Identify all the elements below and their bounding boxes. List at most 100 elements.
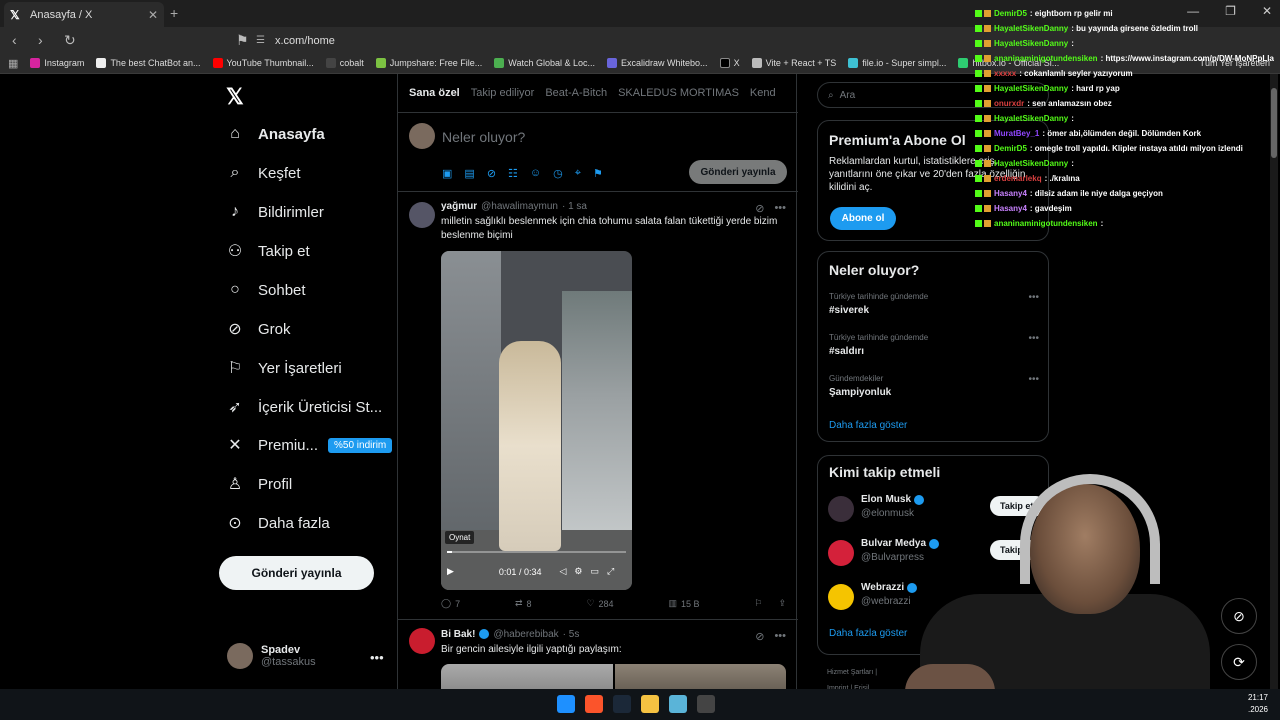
reload-icon[interactable]: ↻ xyxy=(64,32,78,49)
more-icon[interactable]: ••• xyxy=(774,202,786,215)
chat-username[interactable]: onurxdr xyxy=(994,99,1024,108)
tweet-time[interactable]: · 1 sa xyxy=(562,201,587,212)
settings-icon[interactable]: ⚙ xyxy=(574,566,582,577)
nav-follow[interactable]: ⚇ Takip et xyxy=(226,242,310,261)
trend-item[interactable]: Türkiye tarihinde gündemde #saldırı ••• xyxy=(829,333,1039,357)
bookmark-item[interactable]: file.io - Super simpl... xyxy=(848,58,946,68)
more-icon[interactable]: ••• xyxy=(774,630,786,643)
avatar[interactable] xyxy=(828,496,854,522)
nav-grok[interactable]: ⊘ Grok xyxy=(226,320,290,339)
subscribe-button[interactable]: Abone ol xyxy=(830,207,896,230)
compose-post-button[interactable]: Gönderi yayınla xyxy=(689,160,787,184)
tweet-author-handle[interactable]: @hawalimaymun xyxy=(481,201,558,212)
nav-chat[interactable]: ○ Sohbet xyxy=(226,281,305,299)
bookmark-item[interactable]: Excalidraw Whitebo... xyxy=(607,58,708,68)
x-logo[interactable]: 𝕏 xyxy=(226,84,244,110)
share-icon[interactable]: ⇪ xyxy=(778,598,786,609)
grok-icon[interactable]: ⊘ xyxy=(1221,598,1257,634)
messages-icon[interactable]: ⟳ xyxy=(1221,644,1257,680)
tweet-author-handle[interactable]: @haberebibak xyxy=(493,629,558,640)
chat-username[interactable]: DemirD5 xyxy=(994,9,1027,18)
pip-icon[interactable]: ▭ xyxy=(590,566,599,577)
bookmark-item[interactable]: YouTube Thumbnail... xyxy=(212,58,314,68)
nav-notifications[interactable]: ♪ Bildirimler xyxy=(226,203,324,221)
video-player[interactable]: Oynat ▶ 0:01 / 0:34 ◁ ⚙ ▭ ⤢ xyxy=(441,251,632,590)
brave-icon[interactable] xyxy=(585,695,603,713)
bookmark-item[interactable]: Jumpshare: Free File... xyxy=(375,58,482,68)
chat-username[interactable]: HayaletSikenDanny xyxy=(994,159,1068,168)
back-icon[interactable]: ‹ xyxy=(12,32,26,48)
trend-item[interactable]: Türkiye tarihinde gündemde #siverek ••• xyxy=(829,292,1039,316)
bookmark-item[interactable]: The best ChatBot an... xyxy=(96,58,201,68)
grok-icon[interactable]: ⊘ xyxy=(755,630,764,643)
close-tab-icon[interactable]: ✕ xyxy=(148,8,158,22)
chat-username[interactable]: MuratBey_1 xyxy=(994,129,1039,138)
image-icon[interactable]: ▣ xyxy=(442,167,452,180)
more-icon[interactable]: ••• xyxy=(370,650,384,665)
nav-more[interactable]: ⊙ Daha fazla xyxy=(226,514,329,533)
more-icon[interactable]: ••• xyxy=(1028,292,1039,303)
avatar[interactable] xyxy=(828,584,854,610)
volume-icon[interactable]: ◁ xyxy=(559,566,566,577)
photos-icon[interactable] xyxy=(669,695,687,713)
nav-explore[interactable]: ⌕ Keşfet xyxy=(226,164,301,182)
chat-username[interactable]: HayaletSikenDanny xyxy=(994,24,1068,33)
flag-icon[interactable]: ⚑ xyxy=(593,167,603,180)
more-icon[interactable]: ••• xyxy=(1028,333,1039,344)
chat-username[interactable]: HayaletSikenDanny xyxy=(994,39,1068,48)
footer-link[interactable]: Hizmet Şartları xyxy=(827,669,873,676)
bookmark-item[interactable]: Watch Global & Loc... xyxy=(494,58,595,68)
tab-for-you[interactable]: Sana özel xyxy=(409,87,460,99)
grok-icon[interactable]: ⊘ xyxy=(755,202,764,215)
site-info-icon[interactable]: ☰ xyxy=(256,35,265,46)
nav-home[interactable]: ⌂ Anasayfa xyxy=(226,125,325,143)
windows-start-icon[interactable] xyxy=(557,695,575,713)
trend-item[interactable]: Gündemdekiler Şampiyonluk ••• xyxy=(829,374,1039,398)
nav-bookmarks[interactable]: ⚐ Yer İşaretleri xyxy=(226,359,342,378)
new-tab-button[interactable]: + xyxy=(170,5,178,21)
gif-icon[interactable]: ▤ xyxy=(464,167,474,180)
avatar[interactable] xyxy=(409,628,435,654)
avatar[interactable] xyxy=(828,540,854,566)
tab-list-2[interactable]: SKALEDUS MORTIMAS xyxy=(618,87,739,99)
bookmark-page-icon[interactable]: ⚑ xyxy=(236,32,250,49)
chat-username[interactable]: Hasany4 xyxy=(994,204,1027,213)
tab-list-3[interactable]: Kend xyxy=(750,87,776,99)
fullscreen-icon[interactable]: ⤢ xyxy=(607,566,614,577)
show-more-link[interactable]: Daha fazla göster xyxy=(829,420,907,431)
nav-creator-studio[interactable]: ➶ İçerik Üreticisi St... xyxy=(226,398,382,417)
poll-icon[interactable]: ☷ xyxy=(508,167,518,180)
chat-username[interactable]: HayaletSikenDanny xyxy=(994,84,1068,93)
chat-username[interactable]: ananinaminigotundensiken xyxy=(994,219,1098,228)
nav-profile[interactable]: ♙ Profil xyxy=(226,475,292,494)
tweet-time[interactable]: · 5s xyxy=(563,629,580,640)
browser-tab[interactable]: 𝕏 Anasayfa / X ✕ xyxy=(4,2,164,27)
folder-icon[interactable] xyxy=(641,695,659,713)
chat-username[interactable]: ananinaminigotundensiken xyxy=(994,54,1098,63)
schedule-icon[interactable]: ◷ xyxy=(553,167,563,180)
obs-icon[interactable] xyxy=(697,695,715,713)
play-icon[interactable]: ▶ xyxy=(447,566,454,577)
tab-list-1[interactable]: Beat-A-Bitch xyxy=(545,87,607,99)
post-button[interactable]: Gönderi yayınla xyxy=(219,556,374,590)
chat-username[interactable]: HayaletSikenDanny xyxy=(994,114,1068,123)
like-button[interactable]: ♡ 284 xyxy=(586,598,613,609)
more-icon[interactable]: ••• xyxy=(1028,374,1039,385)
tab-following[interactable]: Takip ediliyor xyxy=(471,87,535,99)
bookmark-button[interactable]: ⚐ ⇪ xyxy=(754,598,786,609)
chat-username[interactable]: erdemarlekq xyxy=(994,174,1042,183)
bookmark-item[interactable]: Vite + React + TS xyxy=(751,58,836,68)
account-switcher[interactable]: Spadev @tassakus xyxy=(227,643,316,669)
grok-icon[interactable]: ⊘ xyxy=(487,167,496,180)
chat-username[interactable]: xxxxx xyxy=(994,69,1016,78)
tweet-author-name[interactable]: Bi Bak! xyxy=(441,629,475,640)
nav-premium[interactable]: ✕ Premiu... %50 indirim xyxy=(226,436,393,454)
reply-button[interactable]: ◯ 7 xyxy=(441,598,460,609)
repost-button[interactable]: ⇄ 8 xyxy=(515,598,532,609)
emoji-icon[interactable]: ☺ xyxy=(530,167,541,180)
forward-icon[interactable]: › xyxy=(38,32,52,48)
location-icon[interactable]: ⌖ xyxy=(575,167,581,180)
video-progress-bar[interactable] xyxy=(447,551,626,553)
views-button[interactable]: ▥ 15 B xyxy=(668,598,699,609)
chat-username[interactable]: Hasany4 xyxy=(994,189,1027,198)
